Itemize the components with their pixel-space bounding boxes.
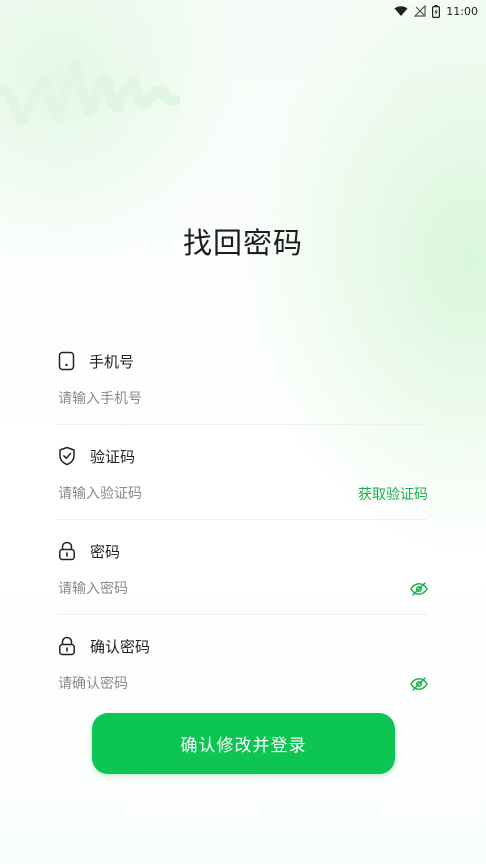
code-input[interactable] <box>58 486 318 502</box>
phone-field: 手机号 <box>58 350 428 425</box>
confirm-password-field: 确认密码 <box>58 635 428 710</box>
code-field: 验证码 获取验证码 <box>58 445 428 520</box>
battery-charging-icon <box>432 4 441 18</box>
page-title: 找回密码 <box>182 226 303 260</box>
status-time: 11:00 <box>446 4 478 18</box>
confirm-and-login-button[interactable]: 确认修改并登录 <box>92 713 395 774</box>
lock-icon <box>59 541 75 561</box>
wifi-icon <box>394 6 408 16</box>
password-field: 密码 <box>58 540 428 615</box>
status-bar: 11:00 <box>0 0 486 22</box>
code-label-row: 验证码 <box>58 445 428 467</box>
confirm-password-label: 确认密码 <box>90 637 151 656</box>
no-signal-icon <box>414 5 426 17</box>
phone-label: 手机号 <box>89 352 135 371</box>
confirm-password-input[interactable] <box>58 676 318 692</box>
phone-input-row <box>58 386 428 425</box>
phone-input[interactable] <box>58 391 318 407</box>
confirm-password-input-row <box>58 671 428 710</box>
shield-check-icon <box>59 446 75 466</box>
eye-off-icon[interactable] <box>410 677 428 691</box>
get-code-button[interactable]: 获取验证码 <box>358 484 428 504</box>
code-label: 验证码 <box>90 447 136 466</box>
confirm-password-label-row: 确认密码 <box>58 635 428 657</box>
password-input-row <box>58 576 428 615</box>
code-input-row: 获取验证码 <box>58 481 428 520</box>
lock-icon <box>59 636 75 656</box>
password-input[interactable] <box>58 581 318 597</box>
decorative-scribble <box>0 60 180 126</box>
password-label: 密码 <box>90 542 121 561</box>
password-label-row: 密码 <box>58 540 428 562</box>
phone-label-row: 手机号 <box>58 350 428 372</box>
eye-off-icon[interactable] <box>410 582 428 596</box>
phone-icon <box>58 351 75 371</box>
